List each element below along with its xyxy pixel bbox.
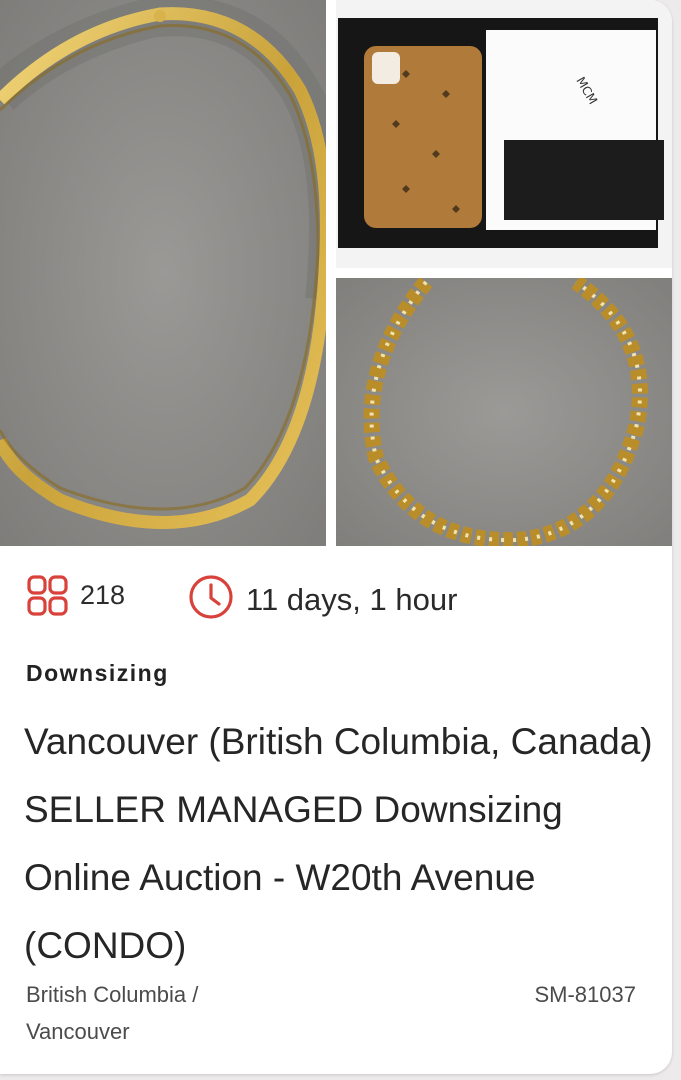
auction-title[interactable]: Vancouver (British Columbia, Canada) SEL…: [24, 708, 654, 980]
lot-count: 218: [80, 580, 126, 610]
gallery-image-phone-case[interactable]: MCM: [336, 0, 672, 268]
auction-code: SM-81037: [534, 982, 636, 1007]
auction-meta: 218 11 days, 1 hour: [26, 572, 646, 622]
auction-region: British Columbia / Vancouver: [26, 982, 199, 1044]
gallery-image-necklace[interactable]: [0, 0, 326, 546]
category-label: Downsizing: [26, 660, 169, 686]
auction-card[interactable]: MCM 218 11 days, 1 hour Downsizing Vanco…: [0, 0, 672, 1074]
clock-icon: [189, 575, 233, 619]
image-gallery[interactable]: MCM: [0, 0, 672, 546]
gallery-image-chain-necklace[interactable]: [336, 278, 672, 546]
grid-icon: [27, 575, 68, 616]
time-remaining: 11 days, 1 hour: [246, 582, 458, 617]
